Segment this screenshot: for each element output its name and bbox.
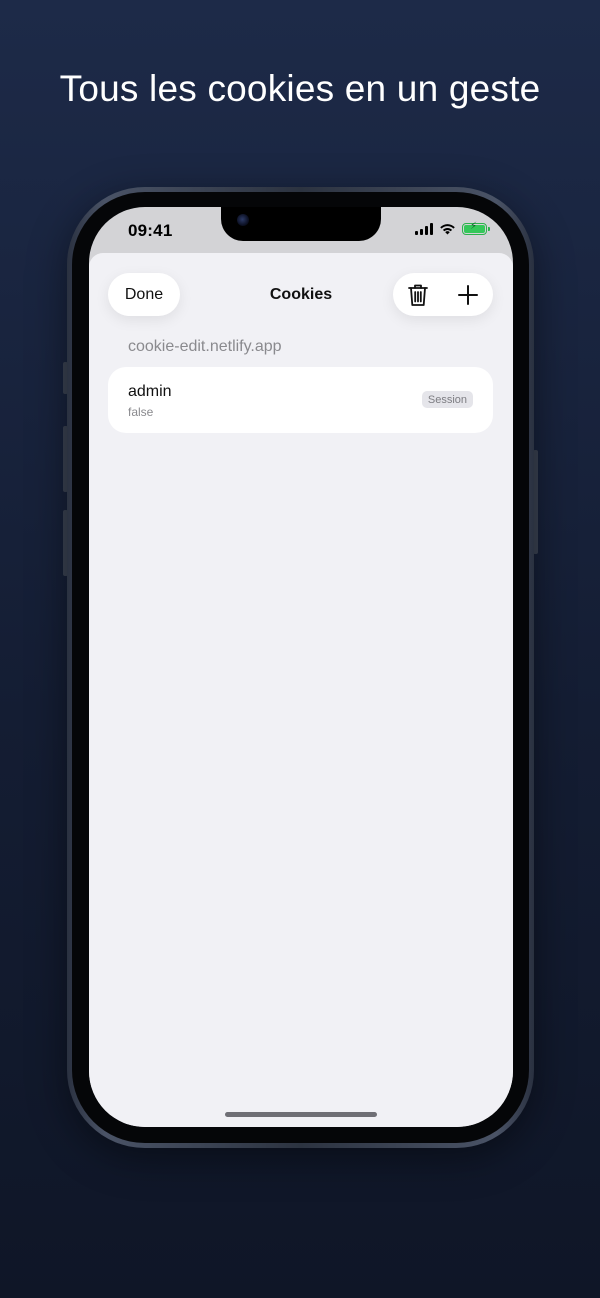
status-time: 09:41: [128, 221, 173, 240]
marketing-headline: Tous les cookies en un geste: [59, 68, 541, 109]
battery-charging-icon: [462, 221, 490, 235]
wifi-icon: [440, 224, 455, 235]
plus-icon: [458, 284, 478, 305]
cookie-row[interactable]: admin false Session: [108, 367, 493, 433]
front-camera-icon: [237, 214, 249, 226]
cookie-name: admin: [128, 383, 172, 400]
home-indicator: [225, 1112, 377, 1117]
status-icons: [415, 221, 490, 235]
trash-icon: [408, 284, 428, 306]
phone-screen: 09:41 Done Cookies: [89, 207, 513, 1127]
session-badge: Session: [421, 391, 473, 408]
cellular-signal-icon: [415, 223, 433, 235]
add-cookie-button[interactable]: [443, 273, 493, 316]
toolbar-actions: [393, 273, 493, 316]
cookies-sheet: Done Cookies cookie-edit.netlify.app adm…: [89, 253, 513, 1127]
cookie-value: false: [128, 405, 154, 419]
domain-header: cookie-edit.netlify.app: [128, 338, 282, 355]
delete-all-button[interactable]: [393, 273, 443, 316]
